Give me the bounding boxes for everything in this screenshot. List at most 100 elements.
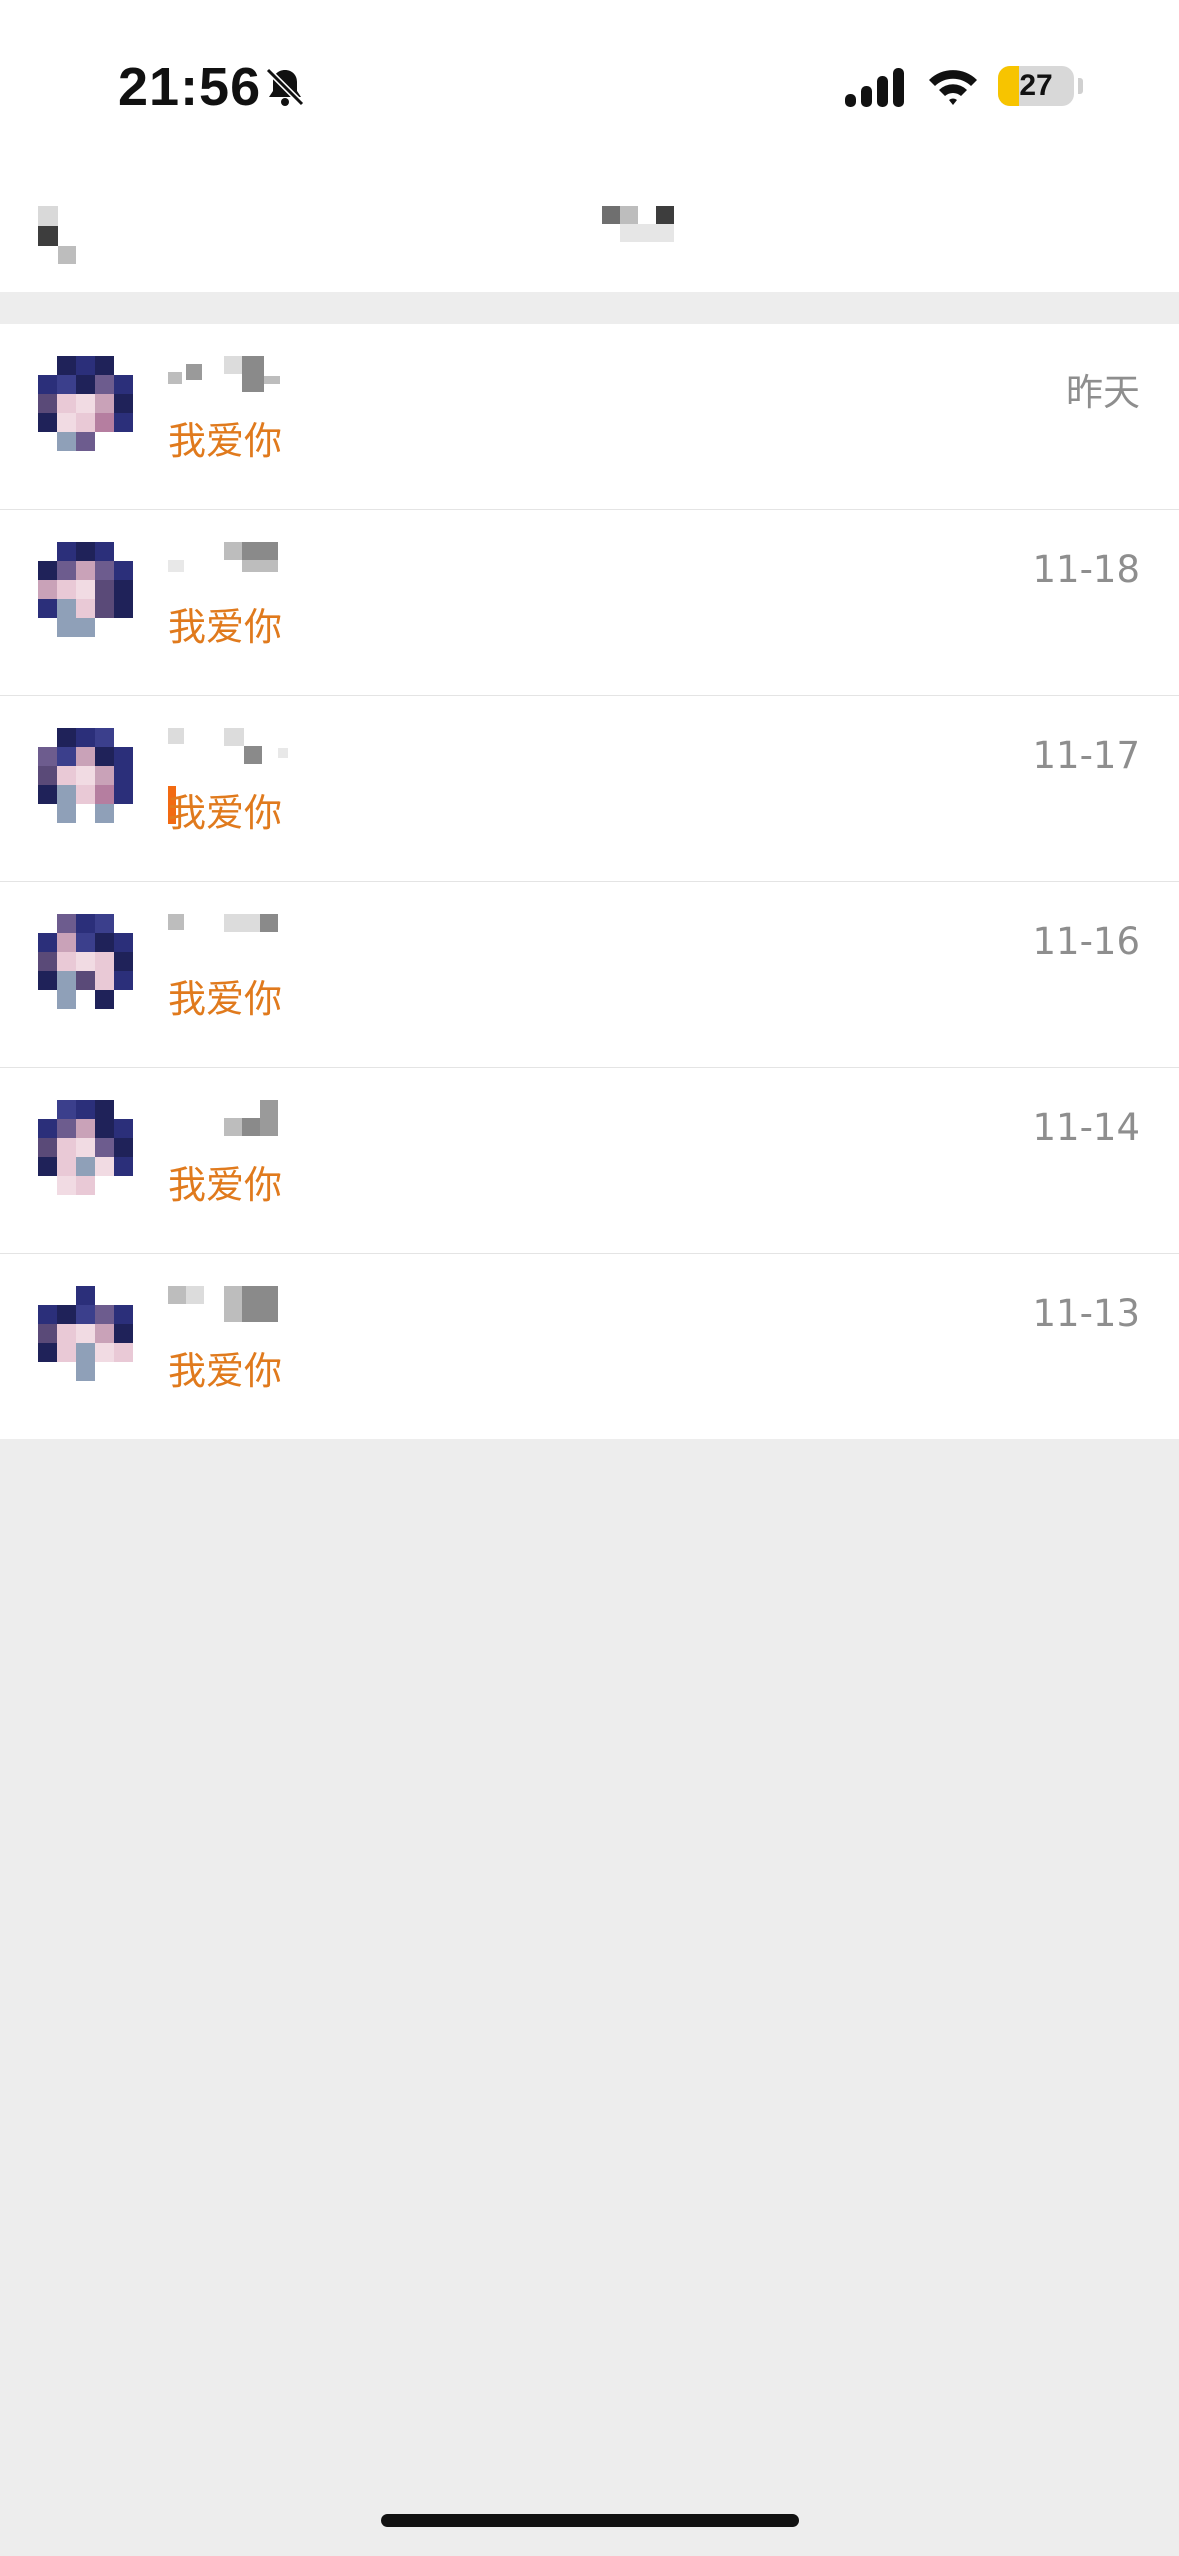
avatar-pixel [114, 1100, 133, 1119]
name-pixel [224, 1118, 242, 1136]
status-bar: 21:56 27 [0, 0, 1179, 170]
avatar-pixel [76, 990, 95, 1009]
home-indicator[interactable] [381, 2514, 799, 2527]
avatar-pixel [76, 1324, 95, 1343]
avatar-pixel [76, 542, 95, 561]
avatar-pixel [38, 542, 57, 561]
avatar-pixel [114, 413, 133, 432]
name-pixel [264, 376, 280, 384]
avatar-pixel [76, 1362, 95, 1381]
back-button-redacted[interactable] [38, 206, 78, 266]
contact-name-redacted [168, 356, 308, 396]
avatar-pixel [57, 618, 76, 637]
avatar-pixel [76, 356, 95, 375]
avatar[interactable] [38, 728, 133, 823]
list-item[interactable]: 我爱你 11-16 [0, 881, 1179, 1067]
avatar-pixel [57, 1100, 76, 1119]
avatar-pixel [114, 599, 133, 618]
avatar-pixel [57, 1119, 76, 1138]
avatar-pixel [76, 1157, 95, 1176]
avatar[interactable] [38, 1100, 133, 1195]
avatar-pixel [76, 785, 95, 804]
avatar-pixel [76, 1343, 95, 1362]
avatar-pixel [38, 561, 57, 580]
list-item[interactable]: 我爱你 11-18 [0, 509, 1179, 695]
name-pixel [242, 356, 264, 392]
avatar-pixel [76, 413, 95, 432]
avatar-pixel [114, 432, 133, 451]
avatar-pixel [95, 1176, 114, 1195]
avatar-pixel [38, 1119, 57, 1138]
avatar[interactable] [38, 914, 133, 1009]
avatar-pixel [38, 1100, 57, 1119]
list-item[interactable]: 我爱你 11-17 [0, 695, 1179, 881]
avatar-pixel [95, 785, 114, 804]
avatar-pixel [57, 1138, 76, 1157]
message-preview: 我爱你 [168, 977, 283, 1021]
avatar[interactable] [38, 1286, 133, 1381]
page-title-redacted [602, 206, 682, 246]
avatar-pixel [114, 375, 133, 394]
list-item[interactable]: 我爱你 11-13 [0, 1253, 1179, 1439]
avatar-pixel [57, 1305, 76, 1324]
avatar-pixel [76, 1305, 95, 1324]
avatar-pixel [114, 1138, 133, 1157]
avatar-pixel [38, 728, 57, 747]
avatar-pixel [114, 914, 133, 933]
message-preview: 我爱你 [168, 791, 283, 835]
name-pixel [278, 748, 288, 758]
avatar-pixel [76, 766, 95, 785]
battery-icon: 27 [998, 66, 1074, 106]
avatar-pixel [38, 785, 57, 804]
message-date: 昨天 [1066, 371, 1140, 414]
name-pixel [224, 356, 242, 374]
avatar-pixel [114, 561, 133, 580]
message-date: 11-17 [1032, 734, 1140, 777]
avatar-pixel [76, 804, 95, 823]
avatar-pixel [57, 747, 76, 766]
avatar-pixel [95, 1119, 114, 1138]
avatar-pixel [76, 561, 95, 580]
signal-icon [845, 68, 904, 107]
avatar-pixel [95, 356, 114, 375]
battery-nub [1078, 78, 1083, 94]
avatar-pixel [76, 394, 95, 413]
avatar-pixel [76, 1119, 95, 1138]
message-date: 11-18 [1032, 548, 1140, 591]
avatar-pixel [95, 1362, 114, 1381]
avatar-pixel [57, 599, 76, 618]
avatar[interactable] [38, 542, 133, 637]
avatar-pixel [114, 1157, 133, 1176]
avatar-pixel [57, 1324, 76, 1343]
avatar-pixel [38, 356, 57, 375]
avatar-pixel [38, 432, 57, 451]
avatar-pixel [57, 1343, 76, 1362]
avatar-pixel [38, 1157, 57, 1176]
avatar-pixel [38, 1362, 57, 1381]
list-item[interactable]: 我爱你 11-14 [0, 1067, 1179, 1253]
name-pixel [224, 1286, 242, 1322]
avatar-pixel [114, 1305, 133, 1324]
avatar-pixel [95, 580, 114, 599]
avatar-pixel [38, 1176, 57, 1195]
avatar-pixel [57, 356, 76, 375]
avatar-pixel [76, 952, 95, 971]
avatar-pixel [57, 542, 76, 561]
avatar-pixel [57, 432, 76, 451]
conversation-list: 我爱你 昨天 我爱你 11-18 我爱你 11-17 我爱你 11-16 我爱你… [0, 324, 1179, 1439]
header-bar [0, 170, 1179, 292]
avatar-pixel [38, 804, 57, 823]
avatar-pixel [95, 394, 114, 413]
avatar-pixel [95, 618, 114, 637]
name-pixel [242, 542, 278, 560]
avatar-pixel [76, 599, 95, 618]
avatar-pixel [38, 914, 57, 933]
name-pixel [168, 372, 182, 384]
avatar-pixel [95, 804, 114, 823]
avatar[interactable] [38, 356, 133, 451]
avatar-pixel [114, 804, 133, 823]
avatar-pixel [95, 728, 114, 747]
list-item[interactable]: 我爱你 昨天 [0, 324, 1179, 509]
avatar-pixel [38, 413, 57, 432]
message-preview: 我爱你 [168, 419, 283, 463]
